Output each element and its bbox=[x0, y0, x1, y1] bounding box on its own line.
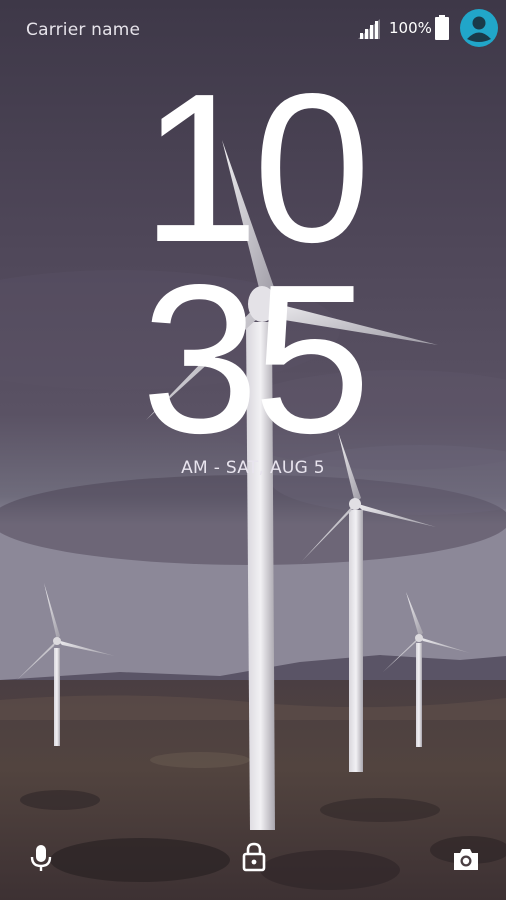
user-avatar-icon[interactable] bbox=[460, 9, 498, 47]
lock-screen: Carrier name 100% 10 35 AM - SAT, AUG 5 bbox=[0, 0, 506, 900]
carrier-name: Carrier name bbox=[26, 20, 141, 40]
date-text: AM - SAT, AUG 5 bbox=[181, 458, 325, 478]
battery-percentage: 100% bbox=[389, 19, 432, 37]
microphone-icon[interactable] bbox=[26, 843, 56, 873]
signal-icon bbox=[358, 19, 380, 39]
camera-icon[interactable] bbox=[451, 845, 481, 875]
unlock-icon[interactable] bbox=[239, 842, 269, 872]
battery-full-icon bbox=[435, 15, 449, 40]
clock-minutes: 35 bbox=[141, 240, 371, 477]
